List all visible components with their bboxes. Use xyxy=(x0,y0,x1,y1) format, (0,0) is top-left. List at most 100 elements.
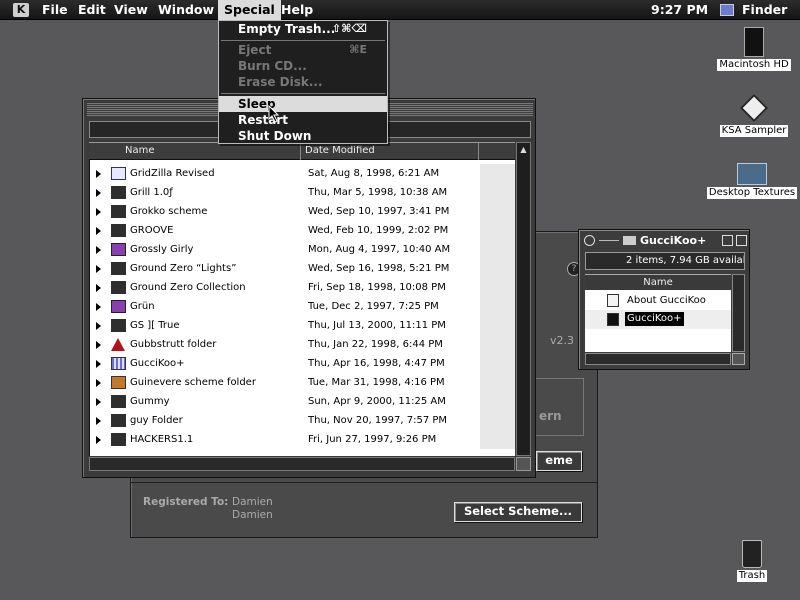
grid-folder-icon xyxy=(111,357,126,370)
folder-icon xyxy=(111,414,126,427)
menu-window[interactable]: Window xyxy=(152,0,220,20)
row-size-cell xyxy=(480,164,515,183)
desktop-icon-ksa-sampler[interactable]: KSA Sampler xyxy=(712,93,796,137)
folder-icon xyxy=(111,205,126,218)
application-menu[interactable]: Finder xyxy=(742,0,787,20)
disclosure-triangle-icon[interactable] xyxy=(96,417,101,425)
disclosure-triangle-icon[interactable] xyxy=(96,208,101,216)
list-row[interactable]: Grill 1.0ƒ Thu, Mar 5, 1998, 10:38 AM xyxy=(90,183,515,202)
row-date: Fri, Sep 18, 1998, 10:08 PM xyxy=(308,282,446,293)
list-row[interactable]: Gubbstrutt folder Thu, Jan 22, 1998, 6:44… xyxy=(90,335,515,354)
scheme-group-box: ern xyxy=(532,378,584,436)
disclosure-triangle-icon[interactable] xyxy=(96,170,101,178)
list-row[interactable]: Ground Zero Collection Fri, Sep 18, 1998,… xyxy=(90,278,515,297)
list-row[interactable]: HACKERS1.1 Fri, Jun 27, 1997, 9:26 PM xyxy=(90,430,515,449)
menu-item-shortcut: ⌘E xyxy=(349,43,367,56)
row-name: HACKERS1.1 xyxy=(130,434,194,445)
disclosure-triangle-icon[interactable] xyxy=(96,246,101,254)
folder-icon xyxy=(737,163,767,185)
row-size-cell xyxy=(480,411,515,430)
disclosure-triangle-icon[interactable] xyxy=(96,398,101,406)
gucci-list-row[interactable]: About GucciKoo xyxy=(585,291,731,310)
apple-menu-icon[interactable]: K xyxy=(13,3,29,17)
row-size-cell xyxy=(480,221,515,240)
vertical-scrollbar[interactable]: ▲ xyxy=(516,142,531,456)
row-date: Thu, Apr 16, 1998, 4:47 PM xyxy=(308,358,445,369)
disclosure-triangle-icon[interactable] xyxy=(96,303,101,311)
list-row[interactable]: Ground Zero “Lights” Wed, Sep 16, 1998, 5… xyxy=(90,259,515,278)
menu-edit[interactable]: Edit xyxy=(72,0,112,20)
row-size-cell xyxy=(480,392,515,411)
resize-grow-box[interactable] xyxy=(516,457,531,471)
disclosure-triangle-icon[interactable] xyxy=(96,189,101,197)
disclosure-triangle-icon[interactable] xyxy=(96,322,101,330)
scroll-up-arrow-icon[interactable]: ▲ xyxy=(519,145,528,154)
disclosure-triangle-icon[interactable] xyxy=(96,341,101,349)
gucci-title-bar[interactable]: GucciKoo+ xyxy=(582,233,747,248)
list-row[interactable]: guy Folder Thu, Nov 20, 1997, 7:57 PM xyxy=(90,411,515,430)
gucci-column-name[interactable]: Name xyxy=(585,274,731,290)
menu-separator xyxy=(221,93,385,94)
gucci-horizontal-scrollbar[interactable] xyxy=(585,353,731,365)
menu-item-eject[interactable]: Eject ⌘E xyxy=(219,42,387,58)
row-name: Ground Zero “Lights” xyxy=(130,263,237,274)
menu-item-label: Burn CD... xyxy=(238,59,307,73)
finder-list-window: Name Date Modified GridZilla Revised Sat,… xyxy=(82,98,536,478)
disclosure-triangle-icon[interactable] xyxy=(96,284,101,292)
row-size-cell xyxy=(480,373,515,392)
disclosure-triangle-icon[interactable] xyxy=(96,360,101,368)
row-name: Grossly Girly xyxy=(130,244,194,255)
menu-help[interactable]: Help xyxy=(275,0,319,20)
menu-item-empty-trash[interactable]: Empty Trash... ⇧⌘⌫ xyxy=(219,21,387,37)
close-box-icon[interactable] xyxy=(584,235,595,246)
list-row[interactable]: Grün Tue, Dec 2, 1997, 7:25 PM xyxy=(90,297,515,316)
folder-icon xyxy=(111,186,126,199)
menu-item-restart[interactable]: Restart xyxy=(219,112,387,128)
list-row[interactable]: Guinevere scheme folder Tue, Mar 31, 1998… xyxy=(90,373,515,392)
zoom-box-icon[interactable] xyxy=(722,235,733,246)
row-date: Thu, Jan 22, 1998, 6:44 PM xyxy=(308,339,443,350)
scheme-button[interactable]: eme xyxy=(536,451,582,471)
collapse-box-icon[interactable] xyxy=(736,235,747,246)
menu-item-sleep[interactable]: Sleep xyxy=(219,96,387,112)
row-date: Wed, Feb 10, 1999, 2:02 PM xyxy=(308,225,449,236)
list-row[interactable]: Grokko scheme Wed, Sep 10, 1997, 3:41 PM xyxy=(90,202,515,221)
disclosure-triangle-icon[interactable] xyxy=(96,436,101,444)
desktop-icon-trash[interactable]: Trash xyxy=(722,540,782,582)
menu-view[interactable]: View xyxy=(108,0,154,20)
gucci-grow-box[interactable] xyxy=(732,353,745,365)
menu-item-erase-disk[interactable]: Erase Disk... xyxy=(219,74,387,90)
menu-clock[interactable]: 9:27 PM xyxy=(651,0,708,20)
list-row[interactable]: GucciKoo+ Thu, Apr 16, 1998, 4:47 PM xyxy=(90,354,515,373)
row-size-cell xyxy=(480,430,515,449)
menu-item-label: Empty Trash... xyxy=(238,22,336,36)
list-row[interactable]: GROOVE Wed, Feb 10, 1999, 2:02 PM xyxy=(90,221,515,240)
disclosure-triangle-icon[interactable] xyxy=(96,265,101,273)
menu-item-shut-down[interactable]: Shut Down xyxy=(219,128,387,144)
desktop-icon-macintosh-hd[interactable]: Macintosh HD xyxy=(712,27,796,71)
gucci-vertical-scrollbar[interactable] xyxy=(732,274,745,352)
list-row[interactable]: Gummy Sun, Apr 9, 2000, 11:25 AM xyxy=(90,392,515,411)
menu-file[interactable]: File xyxy=(36,0,74,20)
column-header-name[interactable]: Name xyxy=(89,143,301,160)
horizontal-scrollbar[interactable] xyxy=(89,457,515,471)
finder-app-icon[interactable] xyxy=(720,4,734,16)
hard-disk-icon xyxy=(744,27,764,57)
folder-icon xyxy=(111,433,126,446)
row-name: Gummy xyxy=(130,396,170,407)
column-header-date[interactable]: Date Modified xyxy=(301,143,479,160)
gucci-list-row[interactable]: GucciKoo+ xyxy=(585,310,731,329)
mouse-pointer-icon xyxy=(268,105,280,123)
disclosure-triangle-icon[interactable] xyxy=(96,379,101,387)
menu-special[interactable]: Special xyxy=(218,0,281,20)
disclosure-triangle-icon[interactable] xyxy=(96,227,101,235)
list-row[interactable]: GS ][ True Thu, Jul 13, 2000, 11:11 PM xyxy=(90,316,515,335)
trash-icon xyxy=(742,540,762,568)
list-row[interactable]: GridZilla Revised Sat, Aug 8, 1998, 6:21 … xyxy=(90,164,515,183)
row-name: GS ][ True xyxy=(130,320,180,331)
row-name: GridZilla Revised xyxy=(130,168,215,179)
menu-item-burn-cd[interactable]: Burn CD... xyxy=(219,58,387,74)
desktop-icon-desktop-textures[interactable]: Desktop Textures xyxy=(704,163,800,199)
list-row[interactable]: Grossly Girly Mon, Aug 4, 1997, 10:40 AM xyxy=(90,240,515,259)
select-scheme-button[interactable]: Select Scheme... xyxy=(454,502,582,522)
